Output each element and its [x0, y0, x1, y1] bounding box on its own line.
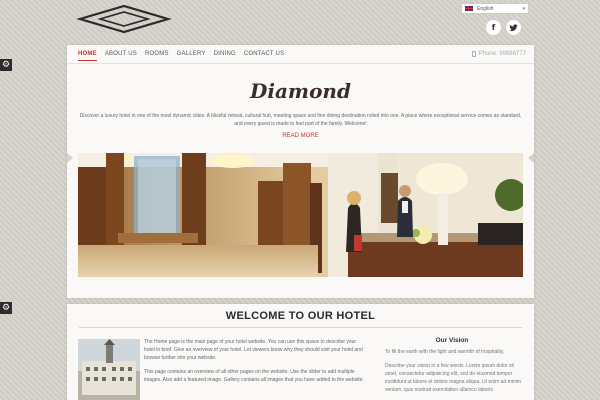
vision-paragraph-2: Describe your vision in a few words. Lor… — [385, 363, 521, 393]
welcome-heading: WELCOME TO OUR HOTEL — [225, 310, 376, 322]
welcome-paragraph-2: This page contains an overview of all ot… — [144, 369, 364, 383]
slider-left-notch — [67, 153, 73, 163]
hotel-title: Diamond — [250, 79, 351, 103]
nav-gallery[interactable]: GALLERY — [177, 51, 206, 57]
welcome-text: The Home page is the main page of your h… — [144, 338, 366, 384]
divider — [79, 327, 522, 328]
diamond-logo[interactable] — [76, 4, 172, 34]
gear-icon[interactable]: ⚙ — [0, 302, 12, 314]
nav-contact-us[interactable]: CONTACT US — [244, 51, 284, 57]
slider-right-notch — [528, 153, 534, 163]
hero-slider-image[interactable] — [78, 153, 523, 277]
nav-home[interactable]: HOME — [78, 51, 97, 61]
phone-number: Phone: 99888777 — [478, 51, 526, 57]
welcome-panel: WELCOME TO OUR HOTEL The Home page is th… — [67, 304, 534, 400]
featured-image — [78, 339, 140, 400]
phone-info: Phone: 99888777 — [471, 51, 526, 57]
intro-text: Discover a luxury hotel in one of the mo… — [79, 113, 522, 127]
gear-icon[interactable]: ⚙ — [0, 59, 12, 71]
phone-icon — [471, 51, 476, 57]
vision-text: To fill the earth with the light and war… — [385, 348, 527, 394]
read-more-link[interactable]: READ MORE — [67, 133, 534, 139]
uk-flag-icon — [465, 6, 473, 11]
nav-dining[interactable]: DINING — [214, 51, 236, 57]
language-label: English — [477, 5, 494, 12]
nav-about-us[interactable]: ABOUT US — [105, 51, 137, 57]
vision-heading: Our Vision — [435, 337, 469, 344]
welcome-paragraph-1: The Home page is the main page of your h… — [144, 339, 363, 361]
facebook-icon[interactable]: f — [486, 20, 501, 35]
main-panel: HOME ABOUT US ROOMS GALLERY DINING CONTA… — [67, 45, 534, 298]
nav-rooms[interactable]: ROOMS — [145, 51, 169, 57]
language-select[interactable]: English ▾ — [461, 3, 529, 14]
twitter-icon[interactable] — [506, 20, 521, 35]
vision-paragraph-1: To fill the earth with the light and war… — [385, 349, 505, 355]
hotel-lobby-image — [78, 153, 523, 277]
main-navigation: HOME ABOUT US ROOMS GALLERY DINING CONTA… — [67, 45, 534, 64]
chevron-down-icon: ▾ — [522, 5, 525, 12]
